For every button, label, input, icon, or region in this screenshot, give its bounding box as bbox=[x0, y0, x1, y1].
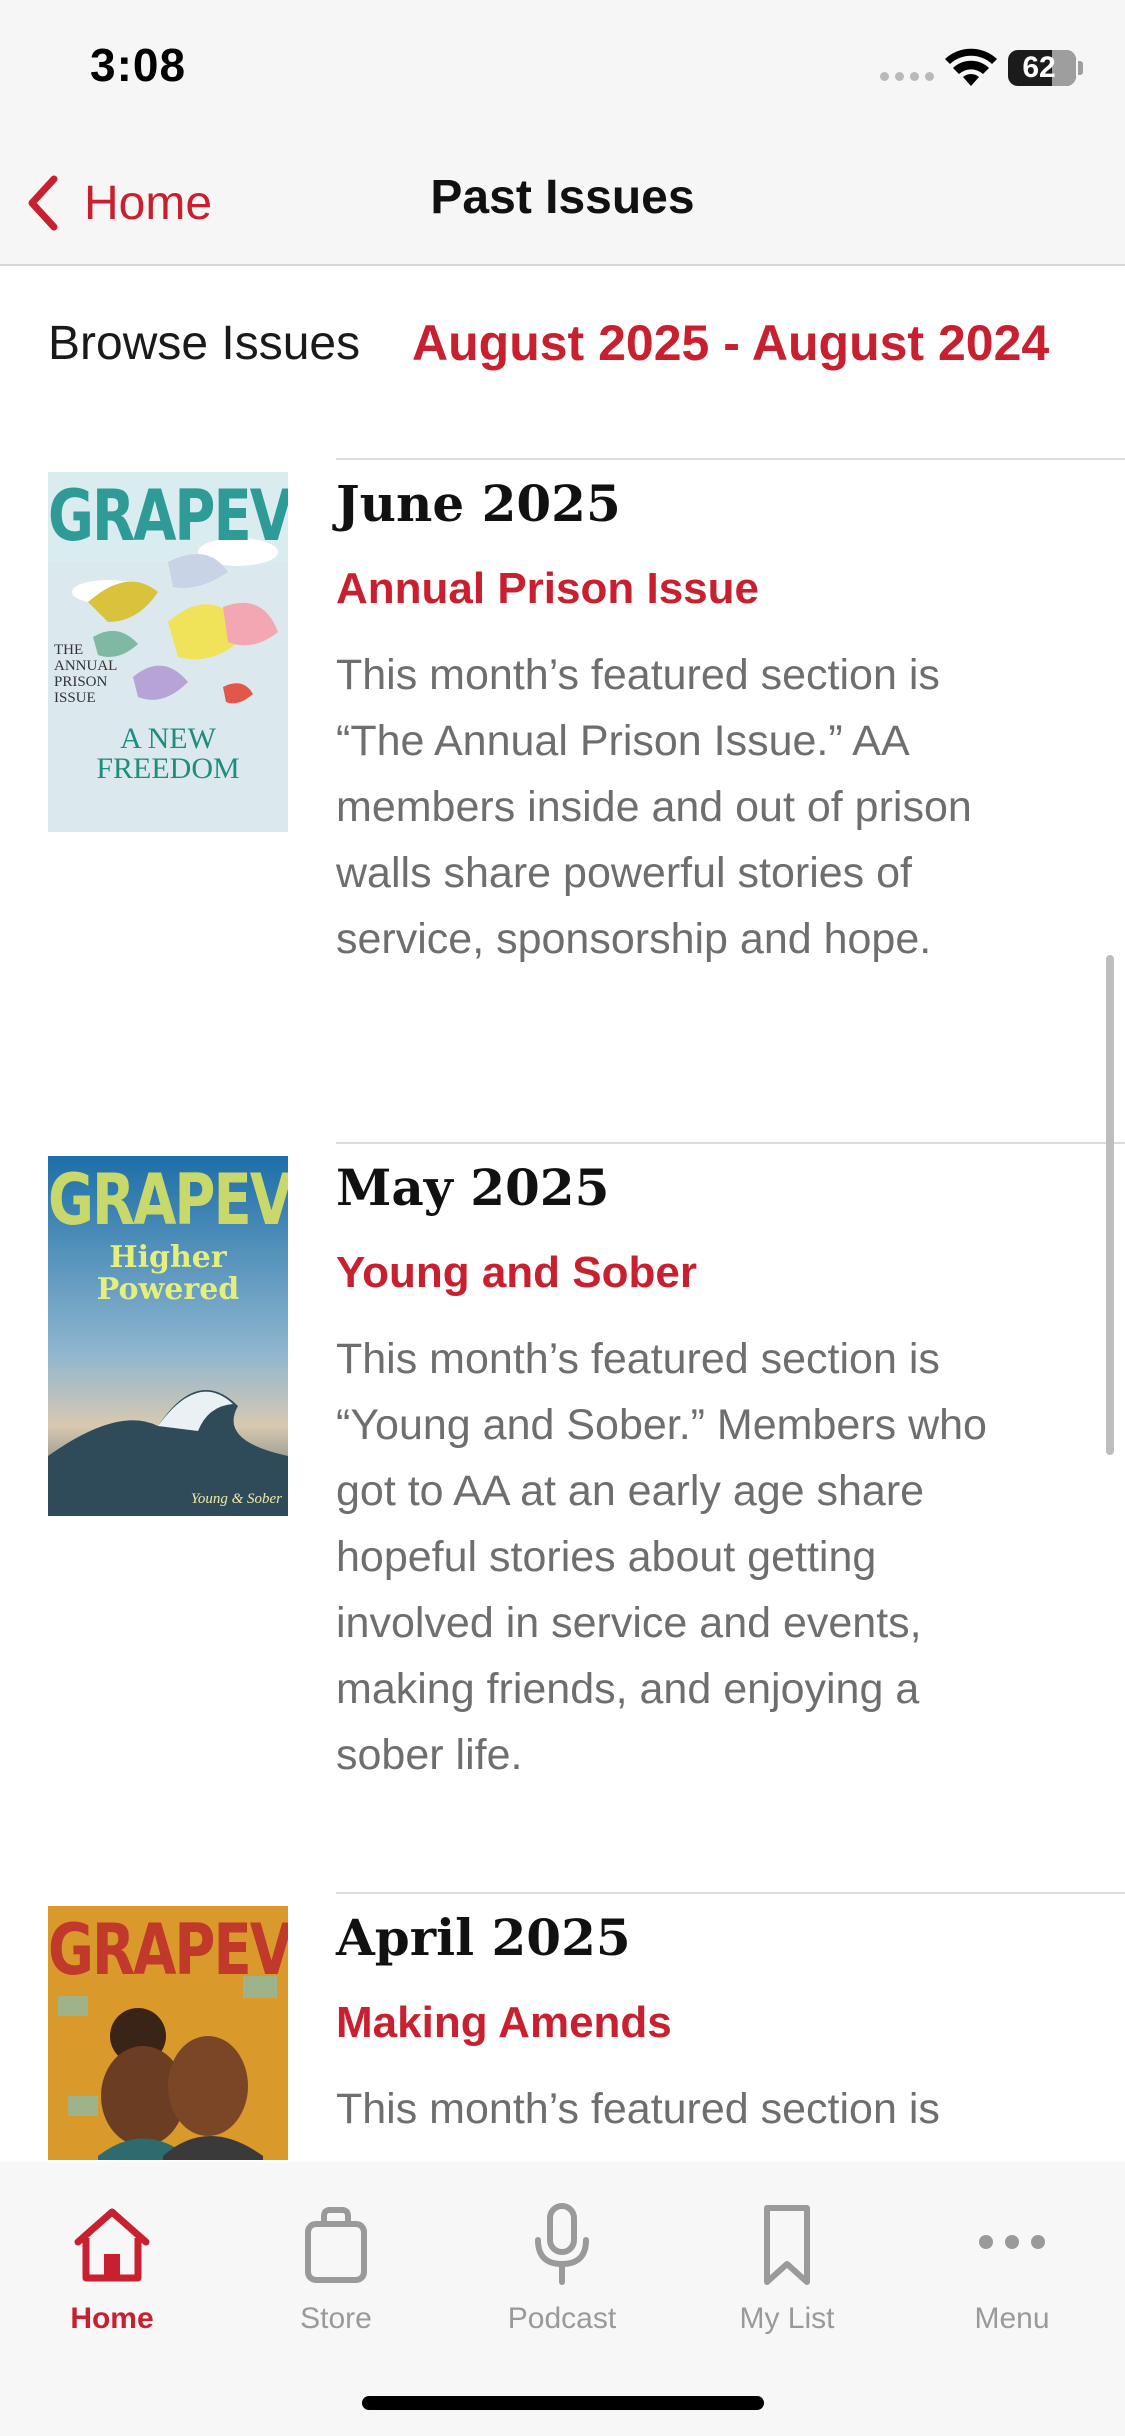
microphone-icon bbox=[535, 2203, 589, 2285]
list-item[interactable]: GRAPEVINE April 2025 Making Amends This … bbox=[0, 1892, 1125, 2160]
issue-description: This month’s featured section is “The An… bbox=[336, 651, 972, 963]
date-range-selector[interactable]: August 2025 - August 2024 bbox=[412, 314, 1049, 372]
tab-menu[interactable]: Menu bbox=[922, 2202, 1102, 2352]
issue-date: June 2025 bbox=[336, 474, 621, 533]
back-button[interactable]: Home bbox=[24, 168, 212, 238]
cover-masthead: GRAPEVINE bbox=[48, 1910, 288, 1992]
list-item[interactable]: GRAPEVINE THE ANNUAL PRISON ISSUE A NEW … bbox=[0, 458, 1125, 1142]
browse-issues-label: Browse Issues bbox=[48, 317, 361, 370]
divider bbox=[336, 1142, 1125, 1144]
cellular-signal-icon bbox=[880, 72, 934, 81]
tab-my-list-label: My List bbox=[739, 2302, 835, 2335]
tab-home-label: Home bbox=[70, 2302, 154, 2335]
cover-kicker: THE ANNUAL PRISON ISSUE bbox=[54, 642, 117, 706]
shopping-bag-icon bbox=[305, 2207, 367, 2283]
cover-masthead: GRAPEVINE bbox=[48, 476, 288, 558]
cover-headline: A NEW FREEDOM bbox=[96, 722, 240, 785]
bookmark-icon bbox=[764, 2205, 810, 2285]
issue-theme[interactable]: Annual Prison Issue bbox=[336, 564, 759, 614]
tab-home[interactable]: Home bbox=[22, 2202, 202, 2352]
cover-image[interactable]: GRAPEVINE bbox=[48, 1906, 288, 2160]
scrollbar[interactable] bbox=[1106, 955, 1114, 1455]
tab-store[interactable]: Store bbox=[246, 2202, 426, 2352]
tab-bar: Home Store Podcast My List Menu bbox=[0, 2162, 1125, 2436]
tab-menu-label: Menu bbox=[974, 2302, 1050, 2335]
cover-image[interactable]: GRAPEVINE Higher Powered Young & Sober bbox=[48, 1156, 288, 1516]
battery-icon: 62 bbox=[1008, 50, 1076, 86]
status-bar: 3:08 62 bbox=[0, 0, 1125, 140]
issue-theme[interactable]: Young and Sober bbox=[336, 1248, 697, 1298]
list-item[interactable]: GRAPEVINE Higher Powered Young & Sober M… bbox=[0, 1142, 1125, 1892]
issue-theme[interactable]: Making Amends bbox=[336, 1998, 672, 2048]
divider bbox=[336, 1892, 1125, 1894]
divider bbox=[336, 458, 1125, 460]
app-screen: 3:08 62 Past Issues Home Browse Issues A… bbox=[0, 0, 1125, 2436]
house-icon bbox=[74, 2208, 150, 2282]
tab-my-list[interactable]: My List bbox=[697, 2202, 877, 2352]
status-time: 3:08 bbox=[90, 39, 187, 91]
back-button-label: Home bbox=[84, 176, 213, 230]
issue-description: This month’s featured section is bbox=[336, 2085, 940, 2133]
battery-level: 62 bbox=[1022, 51, 1056, 84]
tab-podcast[interactable]: Podcast bbox=[472, 2202, 652, 2352]
wifi-icon bbox=[945, 48, 997, 86]
issue-description: This month’s featured section is “Young … bbox=[336, 1335, 987, 1779]
battery-cap bbox=[1078, 61, 1083, 75]
browse-issues-row: Browse Issues August 2025 - August 2024 bbox=[0, 300, 1125, 390]
issue-date: May 2025 bbox=[336, 1158, 610, 1217]
chevron-left-icon bbox=[28, 175, 58, 231]
cover-image[interactable]: GRAPEVINE THE ANNUAL PRISON ISSUE A NEW … bbox=[48, 472, 288, 832]
tab-podcast-label: Podcast bbox=[507, 2302, 617, 2335]
issue-date: April 2025 bbox=[336, 1908, 631, 1967]
cover-headline: Higher Powered bbox=[96, 1240, 240, 1307]
cover-masthead: GRAPEVINE bbox=[48, 1160, 288, 1242]
tab-store-label: Store bbox=[300, 2302, 372, 2335]
more-dots-icon bbox=[979, 2235, 1045, 2249]
home-indicator[interactable] bbox=[362, 2396, 764, 2410]
navigation-bar: Past Issues Home bbox=[0, 140, 1125, 266]
issue-list[interactable]: GRAPEVINE THE ANNUAL PRISON ISSUE A NEW … bbox=[0, 458, 1125, 2160]
cover-kicker: Young & Sober bbox=[190, 1491, 282, 1507]
